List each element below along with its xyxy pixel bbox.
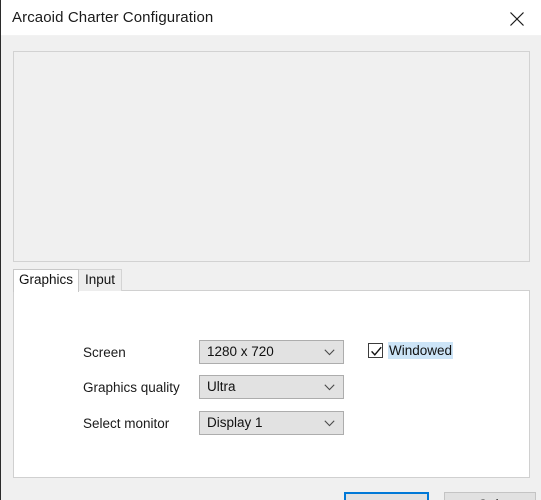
- screen-resolution-value: 1280 x 720: [207, 344, 274, 359]
- windowed-label: Windowed: [388, 342, 454, 359]
- tab-input[interactable]: Input: [78, 269, 122, 291]
- tab-strip: Graphics Input: [13, 269, 530, 292]
- tab-graphics[interactable]: Graphics: [13, 269, 79, 292]
- tab-input-label: Input: [84, 272, 116, 287]
- chevron-down-icon: [324, 420, 335, 427]
- close-button[interactable]: [495, 0, 541, 36]
- chevron-down-icon: [324, 349, 335, 356]
- chevron-down-icon: [324, 384, 335, 391]
- graphics-quality-label: Graphics quality: [83, 380, 180, 395]
- windowed-checkbox[interactable]: [368, 343, 383, 358]
- splash-image-area: [13, 51, 530, 262]
- close-icon: [510, 12, 524, 26]
- select-monitor-label: Select monitor: [83, 416, 170, 431]
- window-title: Arcaoid Charter Configuration: [12, 9, 214, 26]
- graphics-quality-value: Ultra: [207, 379, 236, 394]
- title-bar: Arcaoid Charter Configuration: [1, 0, 541, 36]
- select-monitor-value: Display 1: [207, 415, 263, 430]
- tab-graphics-label: Graphics: [18, 272, 74, 287]
- select-monitor-select[interactable]: Display 1: [199, 411, 344, 435]
- quit-button[interactable]: Quit: [444, 492, 536, 500]
- screen-resolution-select[interactable]: 1280 x 720: [199, 340, 344, 364]
- graphics-quality-select[interactable]: Ultra: [199, 375, 344, 399]
- screen-label: Screen: [83, 345, 126, 360]
- play-button[interactable]: Play!: [344, 492, 429, 500]
- configuration-dialog: Arcaoid Charter Configuration Graphics I…: [0, 0, 541, 500]
- checkmark-icon: [371, 346, 382, 356]
